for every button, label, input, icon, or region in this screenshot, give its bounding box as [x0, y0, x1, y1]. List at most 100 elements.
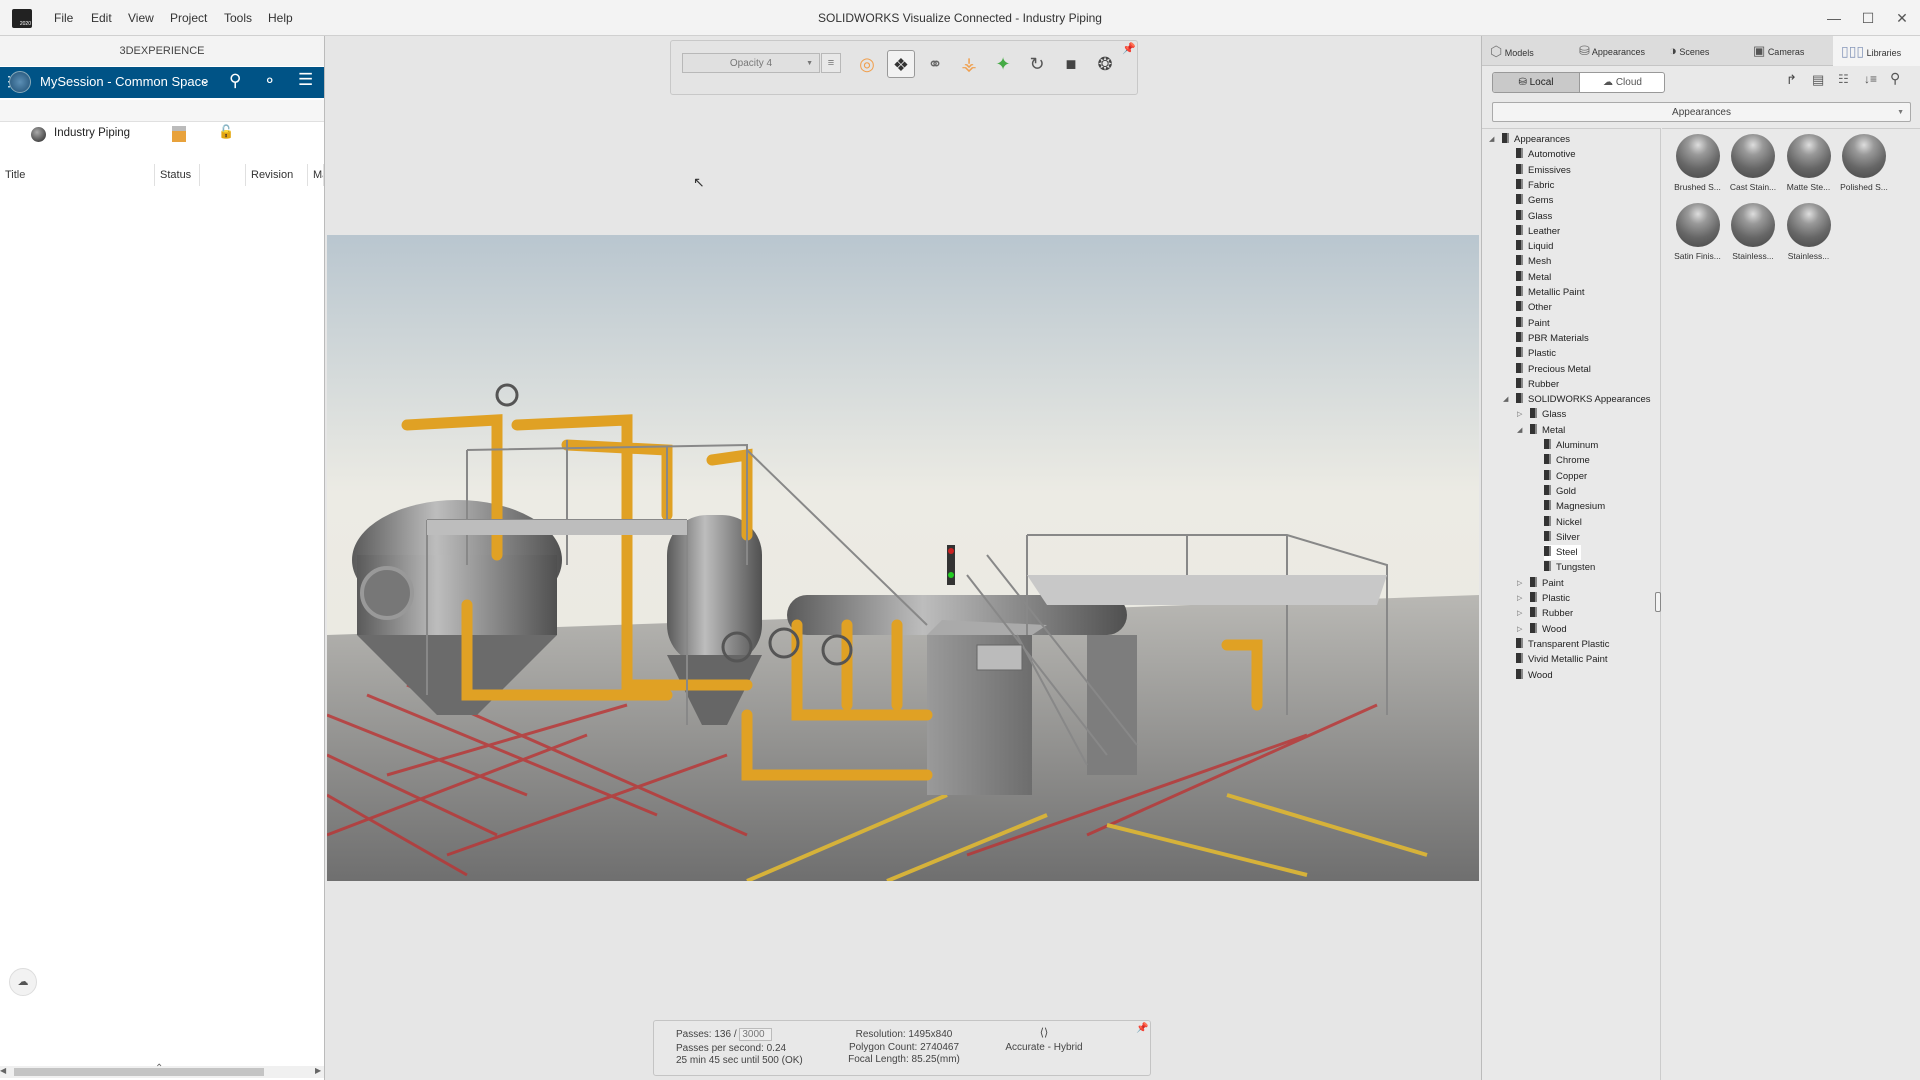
menu-help[interactable]: Help: [268, 11, 293, 25]
tree-item[interactable]: Metallic Paint: [1516, 285, 1585, 300]
tree-item[interactable]: ▷ Paint: [1517, 576, 1564, 591]
cloud-button[interactable]: ☁ Cloud: [1579, 73, 1664, 92]
tree-item[interactable]: Leather: [1516, 224, 1560, 239]
scroll-thumb[interactable]: [14, 1068, 264, 1076]
column-blank[interactable]: [200, 164, 246, 186]
column-status[interactable]: Status: [155, 164, 200, 186]
aperture-icon[interactable]: ❂: [1091, 50, 1119, 78]
tree-item[interactable]: Plastic: [1516, 346, 1556, 361]
tree-item[interactable]: Gold: [1544, 484, 1576, 499]
tree-item[interactable]: Mesh: [1516, 254, 1551, 269]
up-folder-icon[interactable]: ↱: [1786, 72, 1797, 88]
compass-icon[interactable]: [9, 71, 31, 93]
minimize-button[interactable]: —: [1824, 8, 1844, 28]
refresh-icon[interactable]: ↻: [1023, 50, 1051, 78]
sort-icon[interactable]: ↓≡: [1864, 72, 1877, 86]
tree-item[interactable]: ◢ Metal: [1517, 423, 1565, 438]
maximize-button[interactable]: ☐: [1858, 8, 1878, 28]
appearance-thumbnail[interactable]: Cast Stain...: [1726, 134, 1781, 192]
expand-icon[interactable]: ▷: [1517, 622, 1522, 637]
tree-item[interactable]: Chrome: [1544, 453, 1590, 468]
tree-item[interactable]: ◢ Appearances: [1489, 132, 1570, 147]
expand-icon[interactable]: ▷: [1517, 606, 1522, 621]
tree-item[interactable]: Automotive: [1516, 147, 1576, 162]
horizontal-scrollbar[interactable]: ◀ ⌃ ▶: [0, 1063, 324, 1078]
tab-scenes[interactable]: ◑ Scenes: [1669, 36, 1709, 66]
paint-bucket-icon[interactable]: ⚶: [955, 50, 983, 78]
tree-item[interactable]: Paint: [1516, 316, 1550, 331]
appearance-thumbnail[interactable]: Stainless...: [1726, 203, 1781, 261]
tree-item[interactable]: Precious Metal: [1516, 362, 1591, 377]
tree-item[interactable]: Emissives: [1516, 163, 1571, 178]
menu-view[interactable]: View: [128, 11, 154, 25]
tab-cameras[interactable]: ▣ Cameras: [1753, 36, 1804, 66]
tree-item[interactable]: Magnesium: [1544, 499, 1605, 514]
expand-icon[interactable]: ▷: [1517, 591, 1522, 606]
opacity-dropdown[interactable]: Opacity 4 ▼: [682, 53, 820, 73]
cube-icon[interactable]: ■: [1057, 50, 1085, 78]
tree-item[interactable]: Glass: [1516, 209, 1552, 224]
tab-libraries[interactable]: ▯▯▯ Libraries: [1833, 36, 1920, 66]
search-icon[interactable]: ⚲: [1890, 70, 1900, 87]
collapse-icon[interactable]: ◢: [1503, 392, 1508, 407]
search-icon[interactable]: ⚲: [229, 71, 241, 91]
appearance-thumbnail[interactable]: Brushed S...: [1670, 134, 1725, 192]
splitter-handle[interactable]: [1655, 592, 1661, 612]
tab-models[interactable]: ⬡ Models: [1490, 36, 1534, 66]
column-title[interactable]: Title: [0, 164, 155, 186]
collapse-icon[interactable]: ◢: [1517, 423, 1522, 438]
viewport[interactable]: Opacity 4 ▼ ≡ ◎ ❖ ⚭ ⚶ ✦ ↻ ■ ❂ 📌 ↖ Passes:…: [326, 36, 1480, 1080]
appearance-thumbnail[interactable]: Matte Ste...: [1781, 134, 1836, 192]
unlock-icon[interactable]: 🔓: [218, 124, 234, 140]
tree-item[interactable]: Silver: [1544, 530, 1580, 545]
axis-transform-icon[interactable]: ✦: [989, 50, 1017, 78]
tag-icon[interactable]: ⚬: [263, 71, 276, 91]
layout-icon[interactable]: ▤: [1812, 72, 1824, 88]
target-icon[interactable]: ◎: [853, 50, 881, 78]
tree-item[interactable]: Copper: [1544, 469, 1587, 484]
list-icon[interactable]: ≡: [821, 53, 841, 73]
column-ma[interactable]: Ma: [308, 164, 324, 186]
tree-item[interactable]: PBR Materials: [1516, 331, 1589, 346]
tree-item[interactable]: Vivid Metallic Paint: [1516, 652, 1608, 667]
appearance-thumbnail[interactable]: Stainless...: [1781, 203, 1836, 261]
column-revision[interactable]: Revision: [246, 164, 308, 186]
appearance-thumbnail[interactable]: Polished S...: [1837, 134, 1892, 192]
tree-item[interactable]: Aluminum: [1544, 438, 1598, 453]
appearance-thumbnail[interactable]: Satin Finis...: [1670, 203, 1725, 261]
menu-project[interactable]: Project: [170, 11, 207, 25]
chevron-down-icon[interactable]: ⌄: [200, 73, 210, 87]
tree-item[interactable]: Steel: [1544, 545, 1581, 561]
passes-max-input[interactable]: 3000: [739, 1028, 772, 1041]
tree-item[interactable]: ▷ Plastic: [1517, 591, 1570, 606]
tree-item[interactable]: ◢ SOLIDWORKS Appearances: [1503, 392, 1651, 407]
render-view[interactable]: [327, 235, 1479, 881]
menu-file[interactable]: File: [54, 11, 73, 25]
menu-tools[interactable]: Tools: [224, 11, 252, 25]
tab-appearances[interactable]: ⛁ Appearances: [1579, 36, 1645, 66]
expand-icon[interactable]: ▷: [1517, 407, 1522, 422]
tree-item[interactable]: Rubber: [1516, 377, 1559, 392]
pin-icon[interactable]: 📌: [1136, 1023, 1148, 1034]
expand-icon[interactable]: ▷: [1517, 576, 1522, 591]
tree-item[interactable]: Transparent Plastic: [1516, 637, 1610, 652]
tree-item[interactable]: ▷ Wood: [1517, 622, 1567, 637]
render-mode-icon[interactable]: ⟨⟩: [994, 1026, 1094, 1039]
ai-denoiser-icon[interactable]: ❖: [887, 50, 915, 78]
expand-up-icon[interactable]: ⌃: [155, 1063, 163, 1074]
session-name[interactable]: MySession - Common Space: [40, 74, 208, 89]
tree-item[interactable]: Tungsten: [1544, 560, 1595, 575]
table-row[interactable]: Industry Piping 🔓: [0, 123, 324, 145]
tree-item[interactable]: Fabric: [1516, 178, 1554, 193]
tree-item[interactable]: Liquid: [1516, 239, 1553, 254]
local-button[interactable]: ⛁ Local: [1493, 73, 1579, 92]
tree-item[interactable]: ▷ Rubber: [1517, 606, 1573, 621]
scroll-left-icon[interactable]: ◀: [0, 1066, 6, 1075]
collapse-icon[interactable]: ◢: [1489, 132, 1494, 147]
tree-item[interactable]: Metal: [1516, 270, 1551, 285]
close-button[interactable]: ✕: [1892, 8, 1912, 28]
scroll-right-icon[interactable]: ▶: [315, 1066, 321, 1075]
pin-icon[interactable]: 📌: [1122, 42, 1136, 55]
chat-icon[interactable]: ☁: [9, 968, 37, 996]
turntable-icon[interactable]: ⚭: [921, 50, 949, 78]
